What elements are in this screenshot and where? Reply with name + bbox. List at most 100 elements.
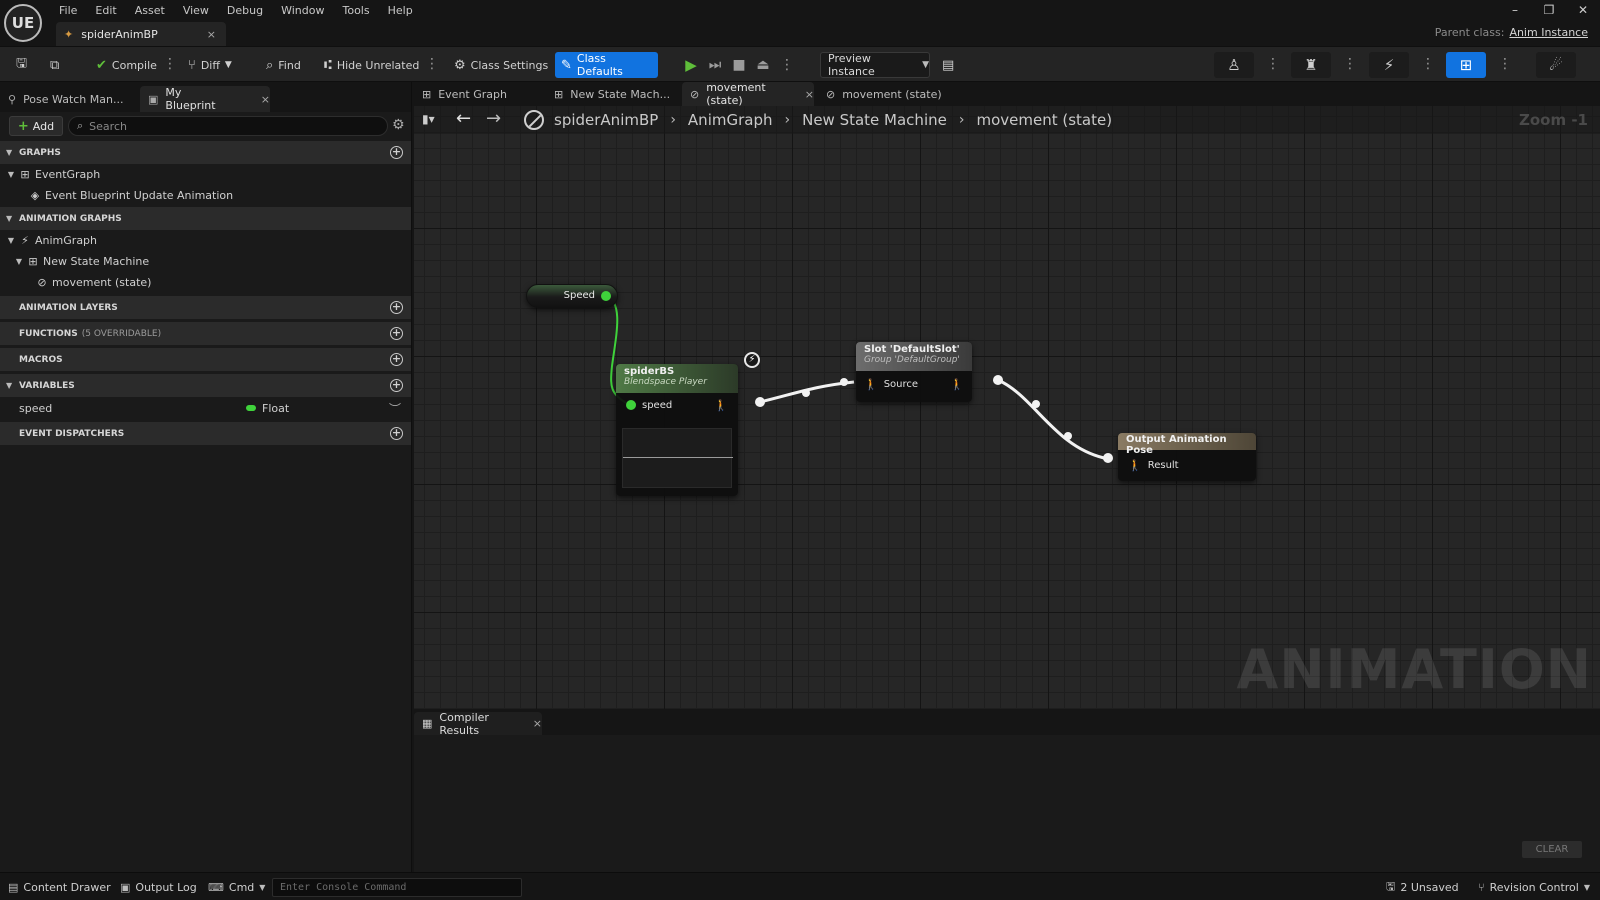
unsaved-button[interactable]: 🖫 2 Unsaved	[1386, 879, 1459, 896]
hide-unrelated-button[interactable]: ⑆ Hide Unrelated	[318, 52, 425, 78]
breadcrumb-item[interactable]: AnimGraph	[688, 111, 773, 129]
breadcrumb-item[interactable]: spiderAnimBP	[554, 111, 658, 129]
play-icon[interactable]: ▶	[682, 55, 700, 75]
tree-item-eventgraph[interactable]: ▼ ⊞ EventGraph	[0, 164, 411, 185]
play-options-icon[interactable]: ⋮	[778, 55, 796, 75]
tab-my-blueprint[interactable]: ▣ My Blueprint ×	[140, 86, 270, 112]
tab-event-graph[interactable]: ⊞ Event Graph	[414, 82, 546, 106]
menu-file[interactable]: File	[50, 2, 86, 20]
menu-debug[interactable]: Debug	[218, 2, 272, 20]
tab-pose-watch[interactable]: ⚲ Pose Watch Man...	[0, 86, 140, 112]
float-pin-icon[interactable]	[601, 291, 611, 301]
browse-button[interactable]: ⧉	[44, 52, 65, 78]
menu-help[interactable]: Help	[379, 2, 422, 20]
find-button[interactable]: ⌕ Find	[260, 52, 307, 78]
animation-mode-button[interactable]: ⚡	[1369, 52, 1409, 78]
section-graphs[interactable]: ▼ GRAPHS +	[0, 140, 411, 164]
class-defaults-button[interactable]: ✎ Class Defaults	[555, 52, 658, 78]
class-settings-button[interactable]: ⚙ Class Settings	[448, 52, 554, 78]
add-function-icon[interactable]: +	[390, 327, 403, 340]
section-event-dispatchers[interactable]: EVENT DISPATCHERS +	[0, 421, 411, 445]
search-input[interactable]: ⌕ Search	[68, 116, 388, 136]
clear-button[interactable]: CLEAR	[1522, 841, 1582, 858]
breadcrumb-item[interactable]: movement (state)	[976, 111, 1112, 129]
asset-tab[interactable]: ✦ spiderAnimBP ×	[56, 22, 226, 46]
add-variable-icon[interactable]: +	[390, 379, 403, 392]
close-icon[interactable]: ×	[805, 88, 814, 101]
restore-button[interactable]: ❐	[1532, 0, 1566, 20]
pose-pin-icon[interactable]: 🚶	[864, 378, 878, 391]
tab-state-machine[interactable]: ⊞ New State Mach...	[546, 82, 678, 106]
section-macros[interactable]: MACROS +	[0, 347, 411, 371]
animation-options-icon[interactable]: ⋮	[1421, 55, 1435, 73]
revision-control-button[interactable]: ⑂ Revision Control ▼	[1478, 879, 1590, 896]
section-animation-layers[interactable]: ANIMATION LAYERS +	[0, 295, 411, 319]
tree-item-animgraph[interactable]: ▼ ⚡ AnimGraph	[0, 230, 411, 251]
section-functions[interactable]: FUNCTIONS (5 OVERRIDABLE) +	[0, 321, 411, 345]
unreal-logo-icon[interactable]: UE	[4, 4, 42, 42]
close-window-button[interactable]: ✕	[1566, 0, 1600, 20]
close-icon[interactable]: ×	[207, 28, 216, 41]
skeleton-options-icon[interactable]: ⋮	[1266, 55, 1280, 73]
menu-edit[interactable]: Edit	[86, 2, 125, 20]
menu-asset[interactable]: Asset	[126, 2, 174, 20]
slot-node[interactable]: Slot 'DefaultSlot' Group 'DefaultGroup' …	[856, 342, 972, 402]
menu-tools[interactable]: Tools	[333, 2, 378, 20]
diff-button[interactable]: ⑂ Diff ▼	[182, 52, 238, 78]
arrow-right-icon[interactable]: →	[486, 108, 501, 129]
pose-pin-icon[interactable]: 🚶	[714, 399, 728, 412]
minimize-button[interactable]: –	[1498, 0, 1532, 20]
tab-movement-state-active[interactable]: ⊘ movement (state) ×	[682, 81, 814, 107]
tree-item-update-animation[interactable]: ◈ Event Blueprint Update Animation	[0, 185, 411, 206]
output-pose-node[interactable]: Output Animation Pose 🚶 Result	[1118, 433, 1256, 481]
eject-icon[interactable]: ⏏	[754, 55, 772, 75]
pose-pin-icon[interactable]: 🚶	[950, 378, 964, 391]
variable-speed[interactable]: speed Float ︶	[0, 397, 411, 419]
preview-instance-dropdown[interactable]: Preview Instance ▼	[820, 52, 930, 78]
skeleton-mode-button[interactable]: ♙	[1214, 52, 1254, 78]
breadcrumb-item[interactable]: New State Machine	[802, 111, 947, 129]
cmd-dropdown[interactable]: ⌨ Cmd ▼	[208, 879, 265, 896]
menu-view[interactable]: View	[174, 2, 218, 20]
mesh-mode-button[interactable]: ♜	[1291, 52, 1331, 78]
tab-movement-state[interactable]: ⊘ movement (state)	[818, 82, 950, 106]
speed-getter-node[interactable]: Speed	[526, 284, 618, 308]
pose-pin-icon[interactable]: 🚶	[1128, 459, 1142, 472]
settings-gear-icon[interactable]: ⚙	[392, 117, 405, 133]
variable-type[interactable]: Float	[246, 402, 289, 415]
tab-compiler-results[interactable]: ▦ Compiler Results ×	[414, 711, 542, 737]
bookmark-icon[interactable]: ▮▾	[422, 112, 435, 126]
add-macro-icon[interactable]: +	[390, 353, 403, 366]
section-variables[interactable]: ▼ VARIABLES +	[0, 373, 411, 397]
add-button[interactable]: + Add	[9, 116, 63, 136]
float-pin-icon[interactable]	[626, 400, 636, 410]
tree-item-state-machine[interactable]: ▼ ⊞ New State Machine	[0, 251, 411, 272]
parent-class-link[interactable]: Anim Instance	[1509, 26, 1588, 39]
physics-mode-button[interactable]: ☄	[1536, 52, 1576, 78]
console-command-input[interactable]: Enter Console Command	[272, 878, 522, 897]
anim-graph-canvas[interactable]: ▮▾ ← → spiderAnimBP › AnimGraph › New St…	[414, 106, 1600, 709]
hide-unrelated-options-icon[interactable]: ⋮	[425, 55, 439, 73]
blueprint-options-icon[interactable]: ⋮	[1498, 55, 1512, 73]
menu-window[interactable]: Window	[272, 2, 333, 20]
mesh-options-icon[interactable]: ⋮	[1343, 55, 1357, 73]
section-animation-graphs[interactable]: ▼ ANIMATION GRAPHS	[0, 206, 411, 230]
add-layer-icon[interactable]: +	[390, 301, 403, 314]
stop-icon[interactable]: ■	[730, 55, 748, 75]
arrow-left-icon[interactable]: ←	[456, 108, 471, 129]
add-dispatcher-icon[interactable]: +	[390, 427, 403, 440]
add-graph-icon[interactable]: +	[390, 146, 403, 159]
debug-filter-button[interactable]: ▤	[936, 52, 960, 78]
blendspace-player-node[interactable]: spiderBS Blendspace Player speed 🚶	[616, 364, 738, 496]
blueprint-mode-button[interactable]: ⊞	[1446, 52, 1486, 78]
save-button[interactable]: 🖫	[10, 52, 33, 78]
step-icon[interactable]: ⏭	[706, 55, 724, 75]
output-log-button[interactable]: ▣ Output Log	[120, 879, 197, 896]
compile-options-icon[interactable]: ⋮	[163, 55, 177, 73]
close-icon[interactable]: ×	[533, 717, 542, 730]
compile-button[interactable]: ✔ Compile	[90, 52, 163, 78]
close-icon[interactable]: ×	[261, 93, 270, 106]
eye-closed-icon[interactable]: ︶	[389, 400, 401, 417]
content-drawer-button[interactable]: ▤ Content Drawer	[8, 879, 111, 896]
tree-item-movement-state[interactable]: ⊘ movement (state)	[0, 272, 411, 293]
